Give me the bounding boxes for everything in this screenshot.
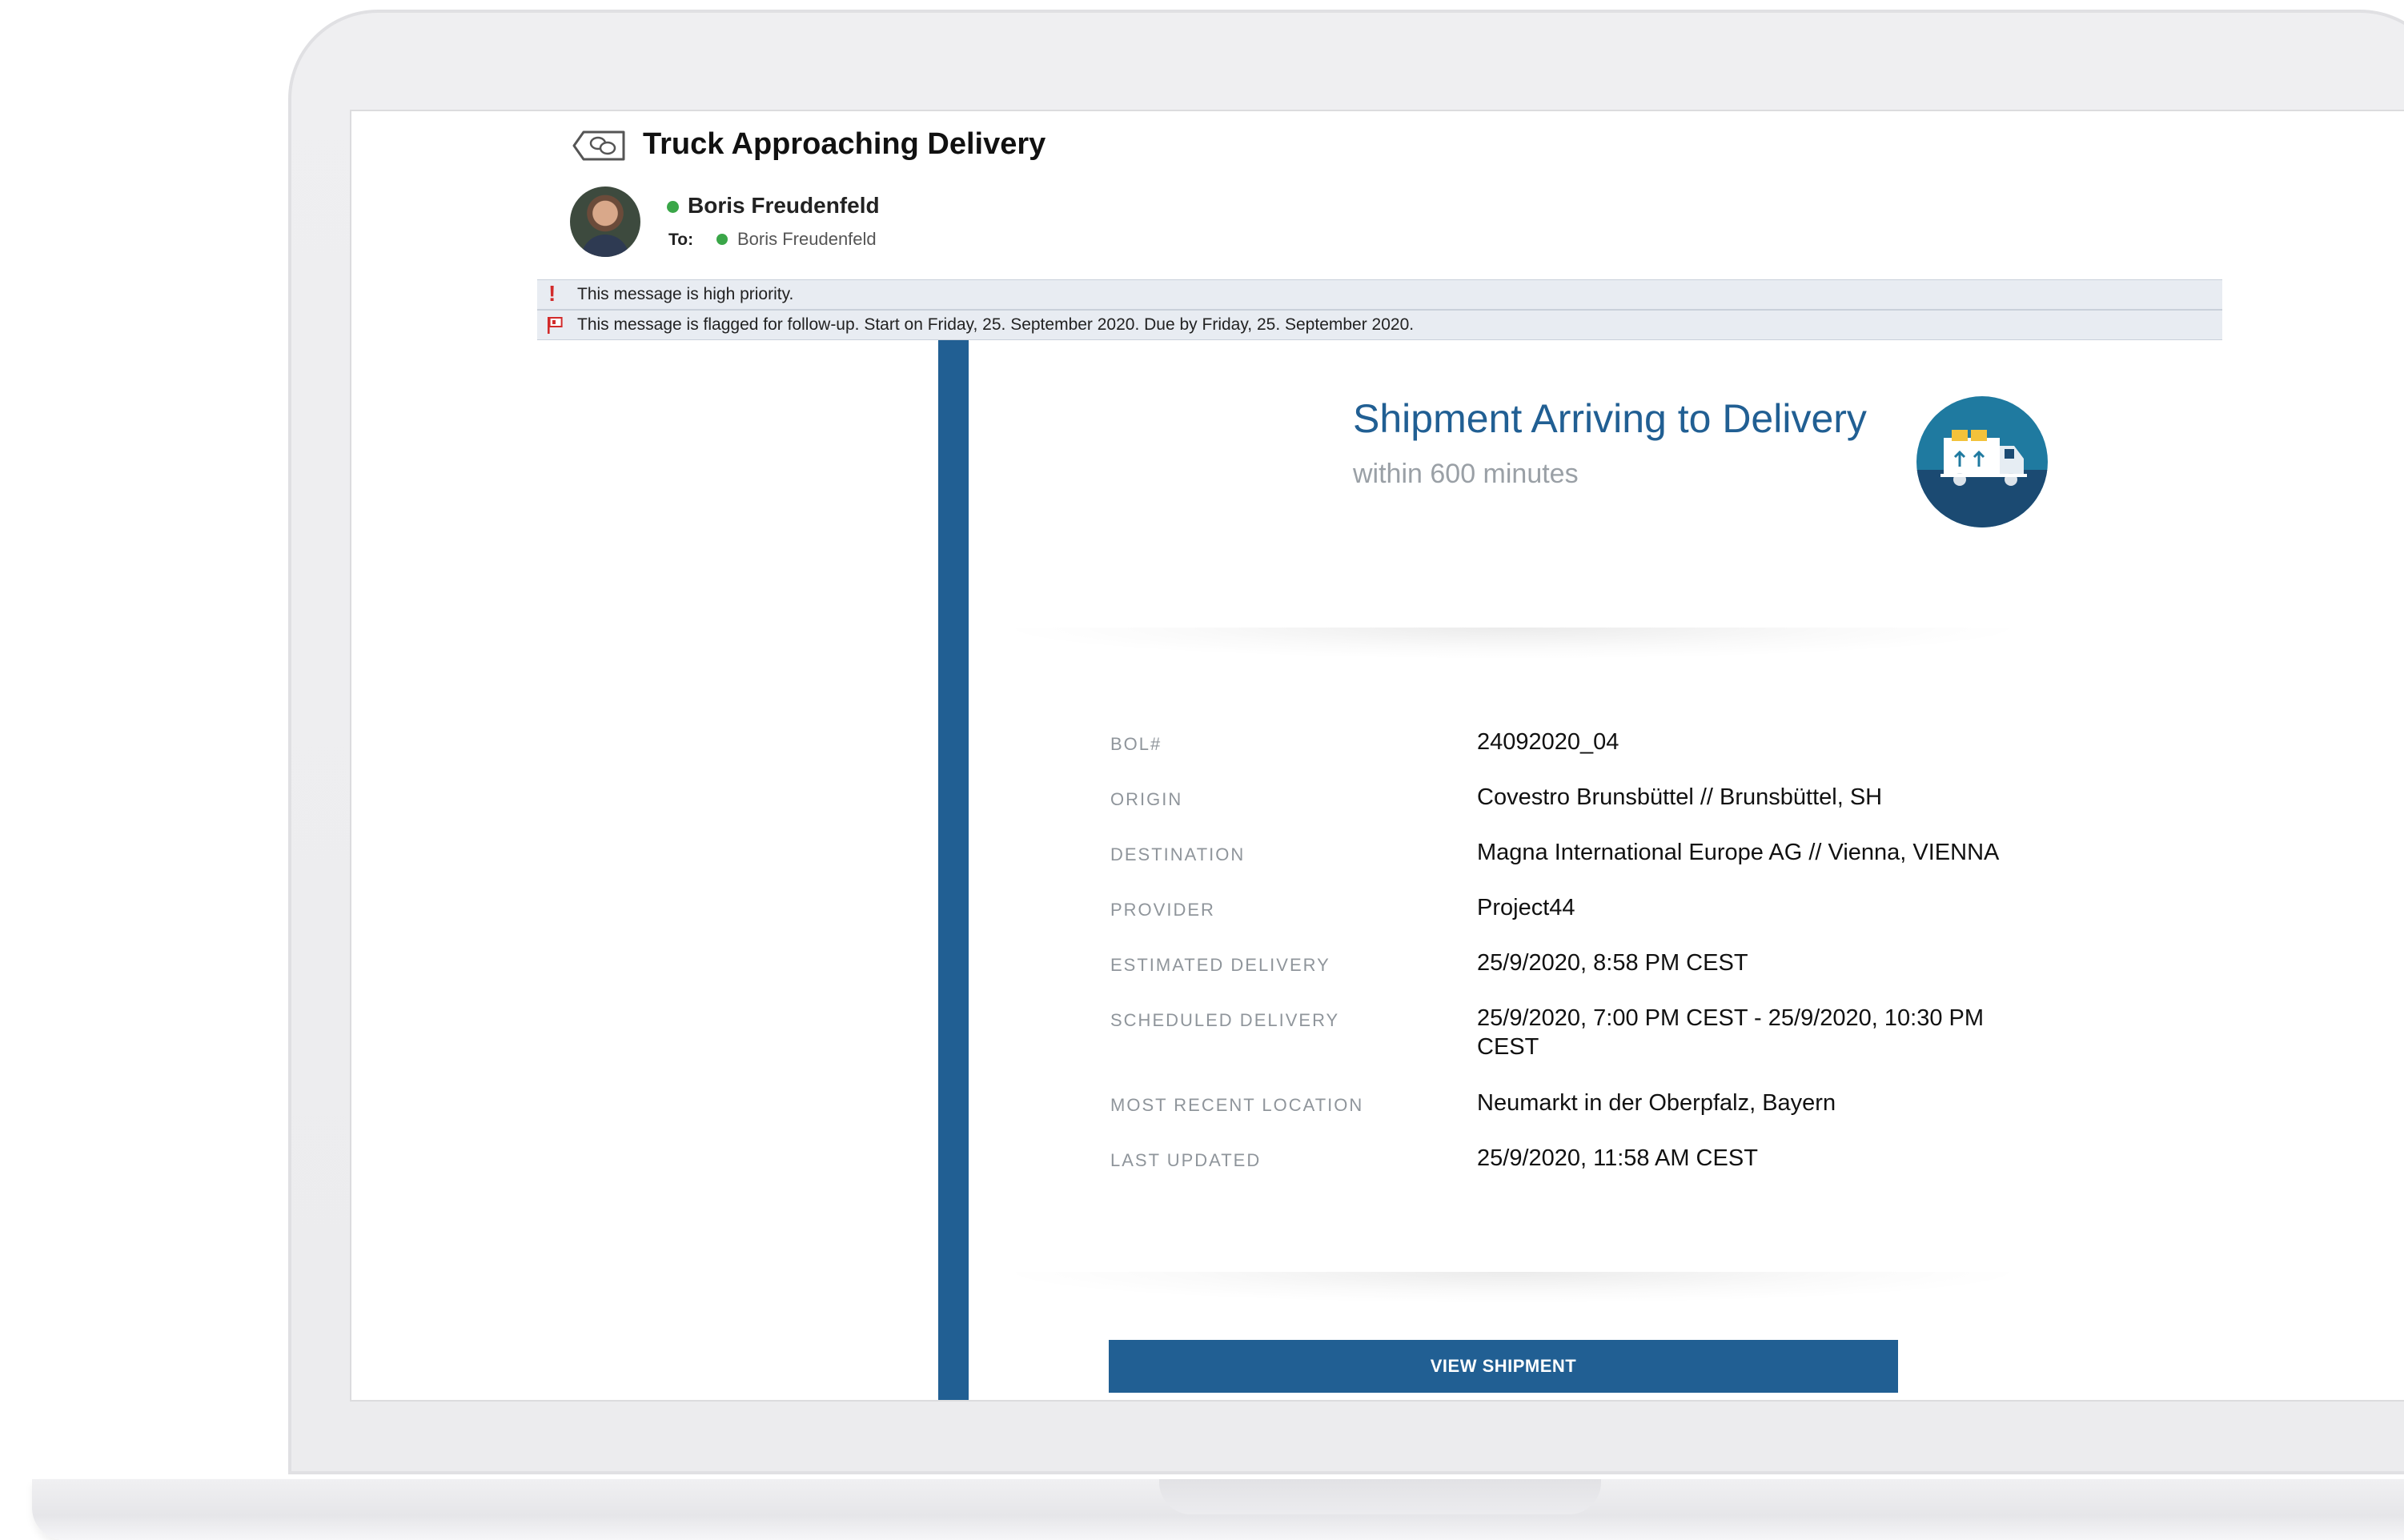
- flag-banner: This message is flagged for follow-up. S…: [537, 310, 2222, 340]
- detail-label: PROVIDER: [1110, 900, 1215, 920]
- detail-value: 25/9/2020, 8:58 PM CEST: [1477, 950, 1748, 976]
- priority-text: This message is high priority.: [577, 285, 794, 303]
- detail-row-bol: BOL# 24092020_04: [1110, 728, 2039, 783]
- divider-shadow: [992, 1272, 2033, 1304]
- email-subject: Truck Approaching Delivery: [643, 127, 1046, 161]
- recipient-name[interactable]: Boris Freudenfeld: [737, 229, 877, 250]
- detail-label: LAST UPDATED: [1110, 1150, 1262, 1170]
- detail-row-origin: ORIGIN Covestro Brunsbüttel // Brunsbütt…: [1110, 783, 2039, 838]
- detail-label: DESTINATION: [1110, 844, 1246, 864]
- shipment-details: BOL# 24092020_04 ORIGIN Covestro Brunsbü…: [1110, 728, 2039, 1199]
- detail-value: Neumarkt in der Oberpfalz, Bayern: [1477, 1090, 1836, 1116]
- detail-value: 24092020_04: [1477, 729, 1619, 755]
- sender-avatar[interactable]: [570, 186, 640, 257]
- detail-row-scheduled-delivery: SCHEDULED DELIVERY 25/9/2020, 7:00 PM CE…: [1110, 1004, 2039, 1089]
- shipment-title: Shipment Arriving to Delivery: [1353, 396, 1867, 441]
- detail-label: BOL#: [1110, 734, 1162, 754]
- online-status-icon: [667, 201, 679, 213]
- laptop-notch: [1159, 1479, 1601, 1514]
- detail-row-last-updated: LAST UPDATED 25/9/2020, 11:58 AM CEST: [1110, 1144, 2039, 1199]
- detail-label: MOST RECENT LOCATION: [1110, 1095, 1364, 1115]
- divider-shadow: [992, 628, 2033, 660]
- accent-bar: [938, 340, 969, 1400]
- to-label: To:: [668, 231, 694, 249]
- detail-value: Project44: [1477, 895, 1575, 920]
- detail-value: 25/9/2020, 7:00 PM CEST - 25/9/2020, 10:…: [1477, 1005, 1985, 1060]
- detail-row-destination: DESTINATION Magna International Europe A…: [1110, 838, 2039, 893]
- flag-text: This message is flagged for follow-up. S…: [577, 315, 1415, 334]
- delivery-truck-icon: [1916, 396, 2048, 527]
- mail-window: Truck Approaching Delivery Boris Freuden…: [350, 110, 2404, 1402]
- sender-name[interactable]: Boris Freudenfeld: [688, 193, 880, 219]
- priority-banner: ! This message is high priority.: [537, 279, 2222, 310]
- detail-row-provider: PROVIDER Project44: [1110, 893, 2039, 948]
- detail-label: ORIGIN: [1110, 789, 1183, 809]
- detail-value: Magna International Europe AG // Vienna,…: [1477, 840, 2000, 865]
- detail-row-estimated-delivery: ESTIMATED DELIVERY 25/9/2020, 8:58 PM CE…: [1110, 948, 2039, 1004]
- detail-row-recent-location: MOST RECENT LOCATION Neumarkt in der Obe…: [1110, 1089, 2039, 1144]
- exclamation-icon: !: [548, 281, 556, 306]
- recipient-status-icon: [716, 234, 728, 245]
- detail-label: ESTIMATED DELIVERY: [1110, 955, 1330, 975]
- view-shipment-button[interactable]: VIEW SHIPMENT: [1109, 1340, 1898, 1393]
- detail-label: SCHEDULED DELIVERY: [1110, 1010, 1340, 1030]
- detail-value: Covestro Brunsbüttel // Brunsbüttel, SH: [1477, 784, 1883, 810]
- flag-icon: [548, 317, 563, 334]
- detail-value: 25/9/2020, 11:58 AM CEST: [1477, 1145, 1758, 1171]
- shipment-subtitle: within 600 minutes: [1353, 459, 1579, 489]
- conversation-icon: [572, 130, 625, 161]
